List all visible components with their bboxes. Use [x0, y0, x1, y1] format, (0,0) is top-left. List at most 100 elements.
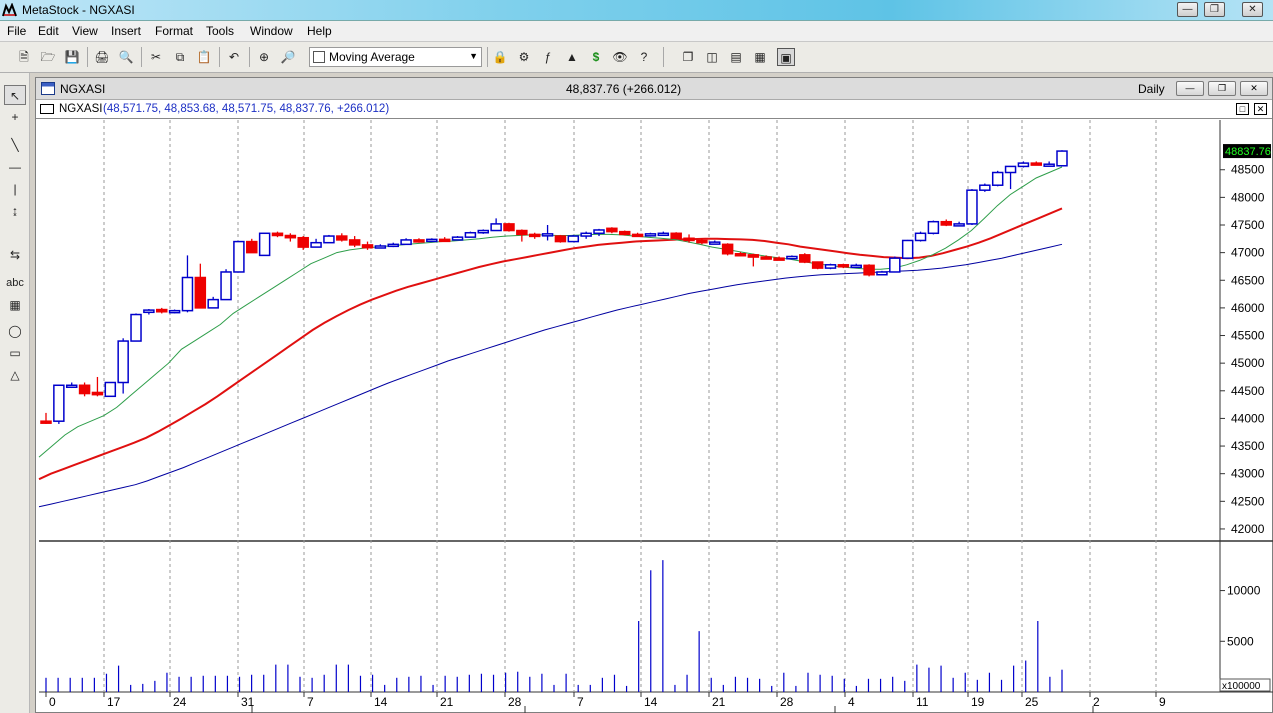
y-tick-label: 42000 — [1231, 522, 1265, 536]
candle-down — [734, 252, 747, 257]
candle-up — [1017, 162, 1030, 168]
candle-down — [940, 220, 953, 226]
candle-up — [1004, 165, 1017, 174]
candle-up — [53, 384, 65, 422]
candle-down — [683, 237, 695, 242]
candle-up — [927, 220, 940, 235]
candle-down — [361, 244, 374, 249]
y-tick-label: 48500 — [1231, 163, 1265, 177]
candle-down — [606, 227, 618, 233]
candle-down — [528, 233, 541, 238]
x-tick-label: 19 — [971, 695, 985, 709]
candle-up — [207, 298, 219, 309]
last-price-label: 48837.76 — [1225, 146, 1271, 158]
candle-up — [953, 223, 965, 227]
x-tick-label: 2 — [1093, 695, 1100, 709]
candle-up — [1043, 163, 1055, 167]
candle-down — [1030, 162, 1043, 166]
candle-up — [593, 229, 605, 235]
x-tick-label: 21 — [440, 695, 454, 709]
x-tick-label: 4 — [848, 695, 855, 709]
candle-up — [181, 276, 194, 312]
price-chart[interactable]: 0 17 24 31 7 14 21 28 7 14 21 28 4 11 19 25 2 9 42000 42500… — [0, 0, 1273, 713]
candle-up — [657, 232, 670, 237]
candle-up — [979, 184, 991, 191]
candle-down — [413, 239, 425, 243]
y-tick-label: 46500 — [1231, 273, 1265, 287]
candle-up — [709, 241, 721, 245]
candle-up — [889, 257, 901, 273]
volume-y-tick-label: 5000 — [1227, 634, 1254, 648]
candle-up — [258, 232, 271, 257]
candle-down — [155, 308, 168, 313]
candle-up — [451, 236, 464, 241]
x-tick-label: 31 — [241, 695, 255, 709]
y-tick-label: 47500 — [1231, 218, 1265, 232]
x-tick-label: 21 — [712, 695, 726, 709]
candle-down — [271, 232, 284, 237]
volume-y-tick-label: 10000 — [1227, 584, 1261, 598]
candle-down — [336, 235, 348, 241]
candle-up — [824, 264, 837, 269]
candle-up — [426, 238, 438, 243]
candle-down — [721, 243, 734, 255]
candle-down — [194, 276, 207, 309]
candle-down — [863, 264, 875, 276]
candle-down — [516, 229, 528, 236]
candle-up — [323, 235, 335, 244]
y-tick-label: 42500 — [1231, 494, 1265, 508]
y-tick-label: 46000 — [1231, 301, 1265, 315]
candle-up — [786, 255, 798, 260]
x-tick-label: 14 — [374, 695, 388, 709]
candle-down — [631, 233, 644, 238]
candle-down — [246, 240, 258, 254]
y-tick-label: 45000 — [1231, 356, 1265, 370]
y-tick-label: 45500 — [1231, 329, 1265, 343]
candle-down — [837, 264, 850, 268]
candle-up — [400, 239, 412, 246]
candle-up — [991, 171, 1004, 186]
candle-up — [130, 313, 142, 342]
x-tick-label: 28 — [780, 695, 794, 709]
candle-down — [760, 256, 772, 260]
candle-up — [850, 264, 862, 269]
candle-up — [567, 235, 580, 243]
x-tick-label: 25 — [1025, 695, 1039, 709]
candle-up — [541, 233, 554, 237]
x-tick-label: 11 — [916, 695, 929, 709]
candle-down — [554, 235, 567, 243]
candle-down — [438, 238, 451, 243]
candle-up — [220, 271, 232, 301]
candle-up — [644, 233, 657, 237]
candle-down — [348, 239, 361, 246]
x-tick-label: 7 — [577, 695, 584, 709]
y-tick-label: 43000 — [1231, 467, 1265, 481]
candle-up — [1056, 150, 1068, 167]
candle-up — [65, 384, 78, 389]
ma-short-line — [38, 166, 1063, 458]
x-tick-label: 14 — [644, 695, 658, 709]
y-tick-label: 47000 — [1231, 246, 1265, 260]
candle-up — [876, 271, 888, 276]
candle-up — [117, 340, 129, 384]
candle-down — [40, 420, 52, 424]
candle-up — [490, 223, 502, 232]
y-tick-label: 48000 — [1231, 190, 1265, 204]
volume-unit-label: x100000 — [1222, 681, 1261, 692]
candle-down — [78, 384, 91, 395]
candle-up — [914, 232, 927, 242]
y-tick-label: 43500 — [1231, 439, 1265, 453]
x-tick-label: 24 — [173, 695, 187, 709]
candle-up — [580, 232, 592, 237]
y-tick-label: 44500 — [1231, 384, 1265, 398]
candle-up — [374, 245, 387, 249]
candle-down — [799, 254, 811, 263]
x-tick-label: 9 — [1159, 695, 1166, 709]
candle-down — [773, 257, 785, 261]
candle-down — [284, 234, 297, 239]
x-tick-label: 0 — [49, 695, 56, 709]
candle-up — [143, 309, 155, 314]
x-tick-label: 7 — [307, 695, 314, 709]
candle-down — [618, 230, 631, 236]
y-tick-label: 44000 — [1231, 411, 1265, 425]
